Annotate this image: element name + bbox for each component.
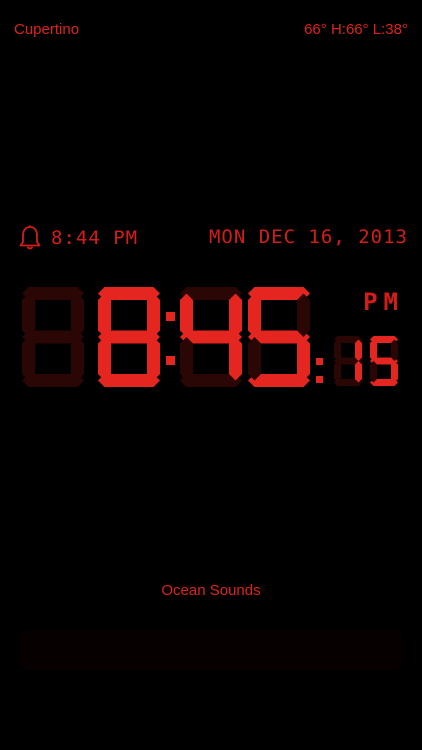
segment-c <box>297 337 310 381</box>
bell-icon <box>19 225 41 250</box>
segment-e <box>334 361 341 383</box>
minute-second-colon <box>316 358 323 383</box>
alarm-indicator[interactable]: 8:44 PM <box>19 225 138 251</box>
segment-f <box>22 293 35 337</box>
segment-f <box>334 339 341 361</box>
segment-f <box>248 293 261 337</box>
segment-f <box>370 339 377 361</box>
segment-c <box>229 337 242 381</box>
segment-e <box>22 337 35 381</box>
segment-f <box>180 293 193 337</box>
alarm-time: 8:44 PM <box>51 227 139 249</box>
hour-minute-colon <box>166 312 175 365</box>
segment-e <box>180 337 193 381</box>
segment-e <box>248 337 261 381</box>
segment-c <box>71 337 84 381</box>
second-tens-digit <box>334 336 362 386</box>
hour-ones-digit <box>98 287 160 387</box>
segment-b <box>147 293 160 337</box>
minute-ones-digit <box>248 287 310 387</box>
segment-c <box>391 361 398 383</box>
segment-e <box>98 337 111 381</box>
segment-e <box>370 361 377 383</box>
clock-display[interactable] <box>0 270 422 400</box>
weather-label[interactable]: 66° H:66° L:38° <box>304 21 408 38</box>
meridiem-indicator: PM <box>363 288 404 316</box>
segment-c <box>355 361 362 383</box>
minute-tens-digit <box>180 287 242 387</box>
dock-bar <box>20 630 402 670</box>
hour-tens-digit <box>22 287 84 387</box>
date-display: MON DEC 16, 2013 <box>208 226 408 248</box>
segment-b <box>229 293 242 337</box>
location-label[interactable]: Cupertino <box>14 21 79 38</box>
sound-selector[interactable]: Ocean Sounds <box>0 582 422 599</box>
segment-b <box>297 293 310 337</box>
segment-b <box>355 339 362 361</box>
second-ones-digit <box>370 336 398 386</box>
segment-b <box>71 293 84 337</box>
segment-f <box>98 293 111 337</box>
segment-c <box>147 337 160 381</box>
segment-b <box>391 339 398 361</box>
